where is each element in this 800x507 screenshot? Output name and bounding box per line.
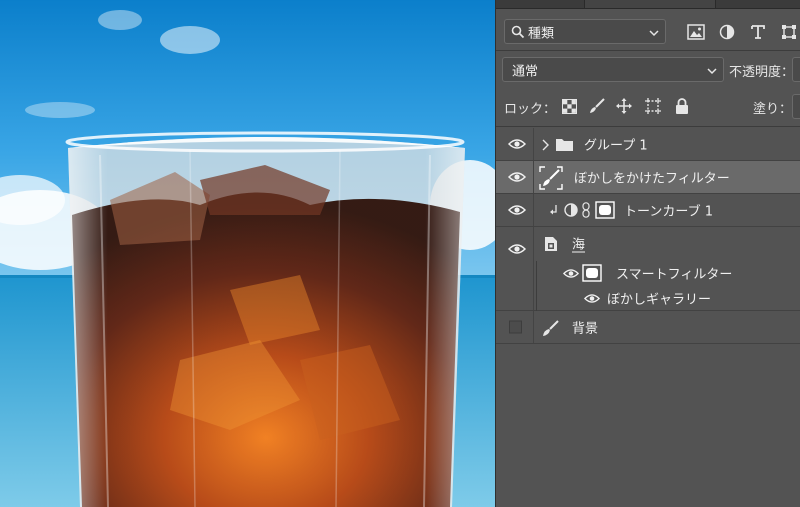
layer-name: ぼかしをかけたフィルター [574, 171, 730, 187]
eye-icon[interactable] [508, 171, 526, 183]
filter-item-label: ぼかしギャラリー [607, 292, 712, 308]
visibility-column [496, 311, 534, 343]
layer-row-curves[interactable]: トーンカーブ 1 [496, 194, 800, 227]
layer-filter-value: 種類 [528, 26, 555, 41]
adjustment-layer-icon [563, 202, 579, 218]
layer-row-blur-filter[interactable]: ぼかしをかけたフィルター [496, 161, 800, 194]
layer-row-background[interactable]: 背景 [496, 311, 800, 344]
visibility-column [496, 194, 534, 226]
text-filter-icon[interactable] [748, 22, 768, 42]
visibility-off-box[interactable] [509, 320, 522, 334]
chevron-right-icon[interactable] [540, 138, 550, 152]
lock-all-icon[interactable] [673, 97, 691, 115]
smart-object-icon [542, 235, 560, 253]
layer-name: トーンカーブ 1 [624, 204, 713, 220]
image-filter-icon[interactable] [686, 22, 706, 42]
brush-layer-thumbnail-icon [538, 165, 564, 190]
layer-mask-thumbnail[interactable] [594, 200, 616, 220]
lock-transparent-icon[interactable] [560, 97, 578, 115]
panel-tab[interactable] [584, 0, 716, 8]
eye-icon[interactable] [508, 204, 526, 216]
visibility-column [496, 161, 534, 193]
layer-row-smart-object[interactable]: 海 スマートフィルター ぼかしギャラリー [496, 227, 800, 311]
smart-filter-row[interactable]: スマートフィルター [556, 260, 800, 286]
eye-icon[interactable] [508, 138, 526, 150]
layer-name: グループ 1 [584, 138, 648, 154]
blend-mode-value: 通常 [512, 64, 539, 79]
opacity-label: 不透明度： [729, 65, 795, 80]
tree-line [536, 261, 537, 311]
eye-icon[interactable] [508, 243, 526, 255]
eye-icon[interactable] [584, 293, 600, 304]
lock-position-icon[interactable] [615, 97, 633, 115]
document-canvas[interactable] [0, 0, 495, 507]
divider [496, 126, 800, 127]
search-icon [511, 25, 525, 39]
folder-icon [554, 136, 574, 152]
shape-filter-icon[interactable] [779, 22, 799, 42]
chain-link-icon[interactable] [581, 201, 591, 219]
blend-mode-select[interactable]: 通常 [502, 57, 724, 82]
smart-filter-mask-thumbnail[interactable] [581, 263, 603, 283]
lock-pixels-icon[interactable] [588, 97, 606, 115]
lock-artboard-icon[interactable] [644, 97, 662, 115]
eye-icon[interactable] [563, 268, 579, 279]
layer-row-group[interactable]: グループ 1 [496, 128, 800, 161]
smart-filter-label: スマートフィルター [616, 267, 733, 283]
clipping-arrow-icon [548, 203, 558, 217]
visibility-column [496, 227, 534, 310]
adjustment-filter-icon[interactable] [717, 22, 737, 42]
layer-name: 背景 [572, 321, 599, 337]
visibility-column [496, 128, 534, 160]
layers-panel: 種類 通常 不透明度： ロック： 塗り： グループ 1 ぼかしをかけたフィルター… [495, 0, 800, 507]
lock-label: ロック： [504, 102, 557, 117]
chevron-down-icon [707, 65, 717, 75]
fill-input[interactable] [792, 94, 800, 119]
canvas-image [0, 0, 495, 507]
fill-label: 塗り： [753, 102, 793, 117]
panel-tab-strip [496, 0, 800, 9]
opacity-input[interactable] [792, 57, 800, 82]
layer-name: 海 [572, 237, 586, 253]
filter-item-row[interactable]: ぼかしギャラリー [576, 286, 800, 310]
chevron-down-icon [649, 27, 659, 37]
divider [496, 50, 800, 51]
layer-filter-select[interactable]: 種類 [504, 19, 666, 44]
brush-icon [540, 318, 560, 338]
